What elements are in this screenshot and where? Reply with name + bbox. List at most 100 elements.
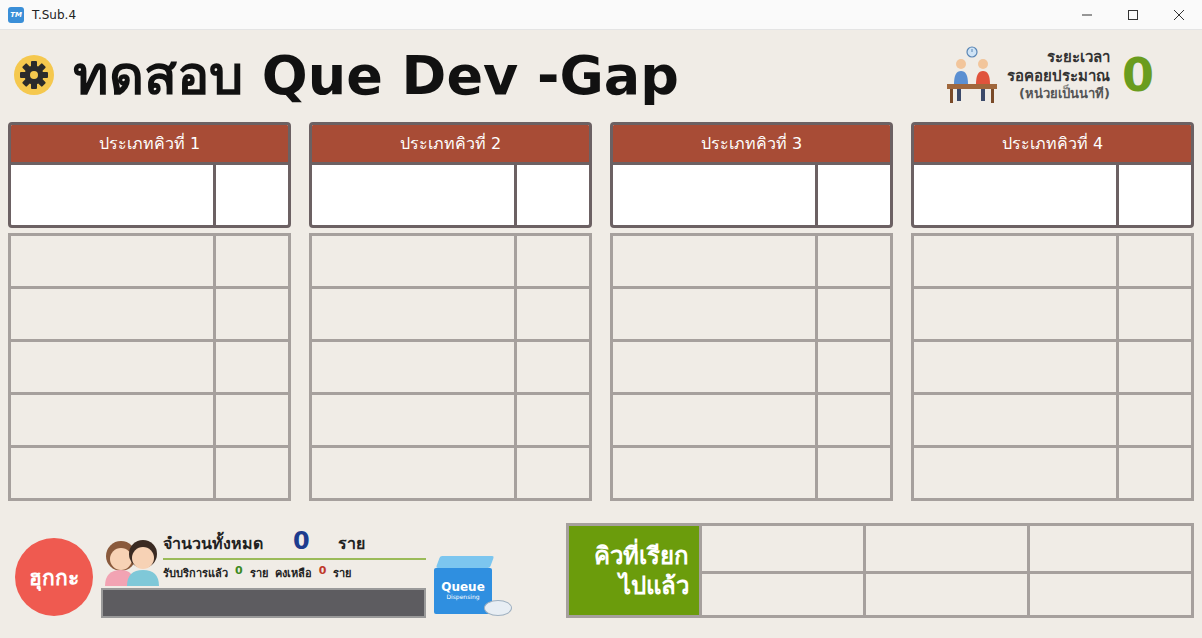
header: ทดสอบ Que Dev -Gapระยะเวลารอคอยประมาณ(หน…	[8, 30, 1194, 120]
queue-dispenser-icon: QueueDispensing	[434, 556, 512, 618]
queue-counter	[514, 342, 589, 392]
queue-counter	[514, 448, 589, 498]
gear-icon[interactable]	[13, 54, 55, 96]
queue-counter	[815, 289, 890, 339]
queue-counter	[1116, 448, 1191, 498]
queue-row	[312, 395, 589, 448]
served-count: 0	[235, 564, 243, 582]
queue-row	[914, 448, 1191, 498]
queue-row	[914, 289, 1191, 342]
queue-number	[11, 395, 213, 445]
queue-counter	[213, 342, 288, 392]
queue-counter	[514, 236, 589, 286]
queue-column: ประเภทคิวที่ 3	[610, 122, 893, 501]
queue-row	[613, 395, 890, 448]
queue-type-title: ประเภทคิวที่ 2	[312, 125, 589, 165]
queue-row	[613, 448, 890, 498]
queue-number	[914, 289, 1116, 339]
current-queue	[914, 165, 1191, 225]
queue-card: ประเภทคิวที่ 4	[911, 122, 1194, 228]
queue-number	[914, 342, 1116, 392]
called-queue-cell	[863, 571, 1027, 616]
queue-counter	[213, 448, 288, 498]
queue-number	[11, 448, 213, 498]
called-queue-cell	[1027, 571, 1191, 616]
queue-row	[11, 342, 288, 395]
minimize-icon	[1082, 10, 1092, 20]
queue-counter	[213, 395, 288, 445]
current-queue	[312, 165, 589, 225]
queue-number	[312, 342, 514, 392]
current-queue	[613, 165, 890, 225]
queue-number	[613, 395, 815, 445]
queue-type-title: ประเภทคิวที่ 3	[613, 125, 890, 165]
remaining-label: คงเหลือ	[275, 564, 312, 582]
queue-row	[914, 395, 1191, 448]
queue-counter	[213, 236, 288, 286]
current-queue-number	[613, 165, 815, 225]
queue-counter	[1116, 342, 1191, 392]
queue-row	[613, 342, 890, 395]
queue-number	[914, 395, 1116, 445]
queue-list	[610, 233, 893, 501]
queue-row	[312, 289, 589, 342]
close-icon	[1174, 10, 1184, 20]
wait-label: (หน่วยเป็นนาที)	[1007, 86, 1110, 102]
summary: จำนวนทั้งหมด0รายรับบริการแล้ว0รายคงเหลือ…	[101, 527, 426, 618]
queue-list	[309, 233, 592, 501]
title-bar: TMT.Sub.4	[0, 0, 1202, 30]
total-label: จำนวนทั้งหมด	[163, 531, 263, 556]
queue-number	[11, 342, 213, 392]
current-queue-number	[11, 165, 213, 225]
queue-list	[911, 233, 1194, 501]
queue-row	[914, 342, 1191, 395]
queue-type-title: ประเภทคิวที่ 1	[11, 125, 288, 165]
window-title: T.Sub.4	[32, 8, 76, 22]
called-label: คิวที่เรียกไปแล้ว	[569, 526, 699, 615]
wait-value: 0	[1122, 48, 1154, 102]
total-count: 0	[293, 527, 310, 555]
queue-counter	[1116, 289, 1191, 339]
current-counter	[514, 165, 589, 225]
queue-row	[312, 448, 589, 498]
queue-counter	[514, 395, 589, 445]
queue-type-title: ประเภทคิวที่ 4	[914, 125, 1191, 165]
close-button[interactable]	[1156, 0, 1202, 29]
queue-card: ประเภทคิวที่ 3	[610, 122, 893, 228]
logo: ฮุกกะ	[15, 538, 93, 616]
minimize-button[interactable]	[1064, 0, 1110, 29]
maximize-icon	[1128, 10, 1138, 20]
app-window: TMT.Sub.4ทดสอบ Que Dev -Gapระยะเวลารอคอย…	[0, 0, 1202, 638]
queue-row	[613, 289, 890, 342]
queue-counter	[1116, 236, 1191, 286]
queue-number	[914, 236, 1116, 286]
served-unit: ราย	[250, 564, 268, 582]
total-unit: ราย	[338, 531, 365, 556]
called-queue-cell	[699, 526, 863, 571]
called-queue-cell	[1027, 526, 1191, 571]
called-queue-cell	[863, 526, 1027, 571]
queue-number	[613, 342, 815, 392]
current-counter	[213, 165, 288, 225]
queue-card: ประเภทคิวที่ 2	[309, 122, 592, 228]
page-title: ทดสอบ Que Dev -Gap	[73, 32, 679, 118]
queue-counter	[514, 289, 589, 339]
queue-number	[613, 236, 815, 286]
queue-column: ประเภทคิวที่ 1	[8, 122, 291, 501]
remaining-unit: ราย	[333, 564, 351, 582]
remaining-count: 0	[319, 564, 327, 582]
queue-counter	[1116, 395, 1191, 445]
queue-number	[914, 448, 1116, 498]
queue-number	[312, 395, 514, 445]
queue-counter	[815, 236, 890, 286]
queue-number	[11, 289, 213, 339]
queue-number	[613, 448, 815, 498]
people-icon	[101, 534, 163, 586]
queue-number	[312, 236, 514, 286]
maximize-button[interactable]	[1110, 0, 1156, 29]
queue-number	[613, 289, 815, 339]
queue-counter	[815, 448, 890, 498]
queue-row	[312, 342, 589, 395]
called-queue-cell	[699, 571, 863, 616]
queue-row	[11, 395, 288, 448]
